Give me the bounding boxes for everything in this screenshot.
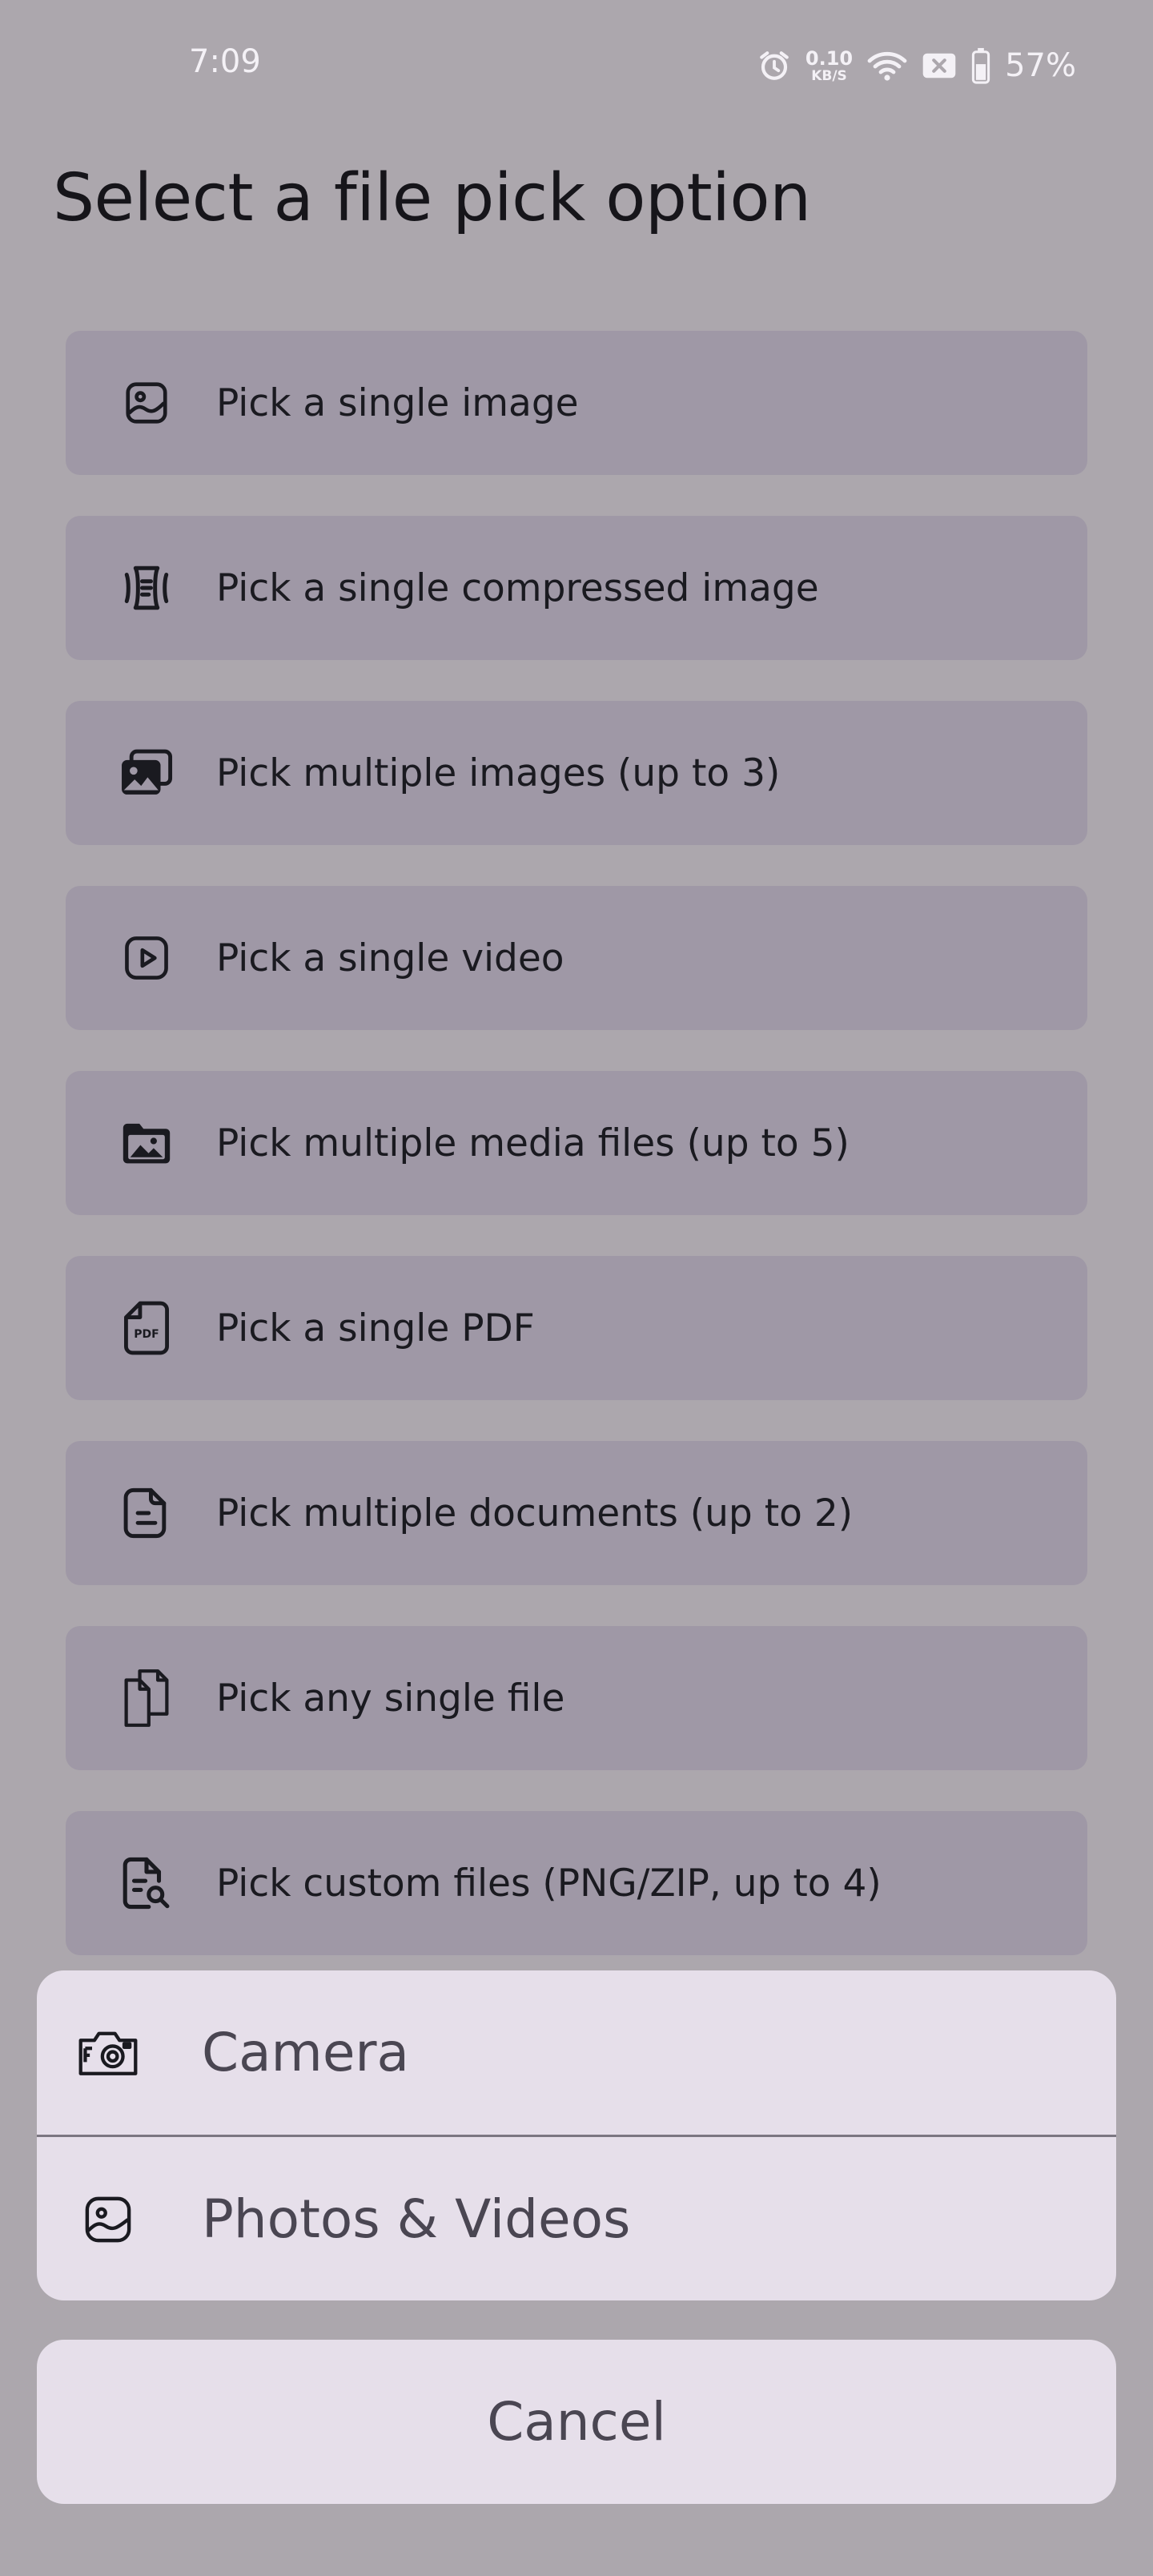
svg-text:PDF: PDF xyxy=(134,1328,159,1341)
net-speed-unit: KB/S xyxy=(811,67,847,84)
wifi-icon xyxy=(867,50,907,82)
option-label: Pick a single PDF xyxy=(216,1306,535,1350)
cancel-button[interactable]: Cancel xyxy=(37,2340,1116,2504)
camera-option[interactable]: Camera xyxy=(37,1970,1116,2135)
option-label: Pick multiple images (up to 3) xyxy=(216,751,781,795)
net-speed-value: 0.10 xyxy=(805,46,854,70)
option-custom-files[interactable]: Pick custom files (PNG/ZIP, up to 4) xyxy=(66,1811,1087,1955)
video-icon xyxy=(119,930,175,986)
camera-label: Camera xyxy=(202,2022,410,2083)
option-single-video[interactable]: Pick a single video xyxy=(66,886,1087,1030)
files-icon xyxy=(119,1669,175,1727)
sim-off-icon xyxy=(922,52,957,79)
file-search-icon xyxy=(119,1855,175,1911)
net-speed: 0.10 KB/S xyxy=(805,49,853,83)
option-multiple-media[interactable]: Pick multiple media files (up to 5) xyxy=(66,1071,1087,1215)
image-icon xyxy=(119,375,175,431)
option-label: Pick a single video xyxy=(216,936,564,980)
media-folder-icon xyxy=(119,1115,175,1171)
option-label: Pick multiple documents (up to 2) xyxy=(216,1491,854,1536)
alarm-icon xyxy=(757,49,791,83)
pdf-icon: PDF xyxy=(119,1300,175,1356)
option-label: Pick a single image xyxy=(216,380,579,425)
option-label: Pick multiple media files (up to 5) xyxy=(216,1121,850,1165)
status-time: 7:09 xyxy=(189,43,261,80)
status-icons: 0.10 KB/S 57% xyxy=(757,42,1076,90)
status-bar: 7:09 0.10 KB/S 57% xyxy=(0,0,1153,136)
battery-icon xyxy=(971,47,990,84)
option-multiple-documents[interactable]: Pick multiple documents (up to 2) xyxy=(66,1441,1087,1585)
page-title: Select a file pick option xyxy=(53,160,811,236)
camera-icon xyxy=(72,2017,144,2089)
photos-videos-option[interactable]: Photos & Videos xyxy=(37,2137,1116,2300)
cancel-label: Cancel xyxy=(487,2391,666,2453)
option-single-image[interactable]: Pick a single image xyxy=(66,331,1087,475)
option-label: Pick a single compressed image xyxy=(216,566,819,610)
document-icon xyxy=(119,1485,175,1541)
option-label: Pick any single file xyxy=(216,1676,565,1721)
options-list: Pick a single image Pick a single compre… xyxy=(66,331,1087,1996)
images-icon xyxy=(119,745,175,801)
option-any-single-file[interactable]: Pick any single file xyxy=(66,1626,1087,1770)
option-compressed-image[interactable]: Pick a single compressed image xyxy=(66,516,1087,660)
battery-percent: 57% xyxy=(1005,47,1076,84)
option-single-pdf[interactable]: PDF Pick a single PDF xyxy=(66,1256,1087,1400)
photo-icon xyxy=(72,2184,144,2256)
source-sheet: Camera Photos & Videos xyxy=(37,1970,1116,2300)
option-multiple-images[interactable]: Pick multiple images (up to 3) xyxy=(66,701,1087,845)
option-label: Pick custom files (PNG/ZIP, up to 4) xyxy=(216,1861,882,1906)
photos-videos-label: Photos & Videos xyxy=(202,2188,631,2250)
compress-icon xyxy=(119,560,175,616)
